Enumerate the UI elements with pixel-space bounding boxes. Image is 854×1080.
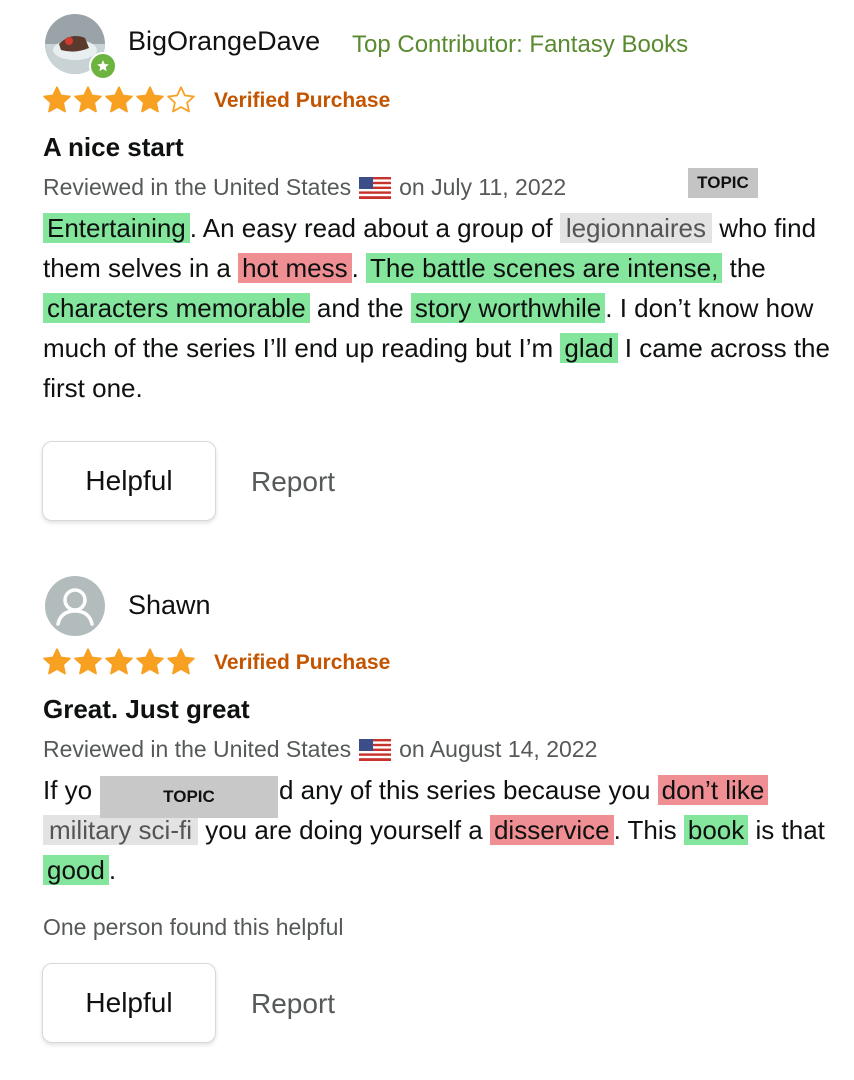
review-location: Reviewed in the United States: [43, 174, 352, 200]
reviewer-avatar[interactable]: [45, 14, 117, 80]
review-date: on July 11, 2022: [399, 174, 567, 200]
topic-tag-overlay: TOPIC: [100, 776, 278, 818]
star-empty-icon: [167, 86, 195, 113]
body-text: . This: [613, 815, 684, 845]
star-filled-icon: [74, 86, 102, 113]
us-flag-icon: [359, 738, 392, 761]
contributor-label[interactable]: Top Contributor: Fantasy Books: [352, 31, 688, 59]
review-body: Entertaining. An easy read about a group…: [43, 208, 833, 408]
body-text: . An easy read about a group of: [189, 213, 560, 243]
topic-tag: TOPIC: [688, 168, 758, 198]
star-filled-icon: [136, 86, 164, 113]
positive-highlight: story worthwhile: [410, 293, 606, 323]
body-text: you are doing yourself a: [198, 815, 490, 845]
star-rating: [42, 647, 196, 677]
star-filled-icon: [167, 648, 195, 675]
helpful-button[interactable]: Helpful: [42, 441, 216, 521]
positive-highlight: The battle scenes are intense,: [366, 253, 723, 283]
body-text: d any of this series because you: [279, 775, 658, 805]
reviewer-avatar[interactable]: [45, 576, 105, 636]
reviewer-name[interactable]: Shawn: [128, 590, 211, 621]
star-filled-icon: [136, 648, 164, 675]
negative-highlight: don’t like: [657, 775, 769, 805]
star-filled-icon: [43, 648, 71, 675]
star-filled-icon: [74, 648, 102, 675]
helpful-button[interactable]: Helpful: [42, 963, 216, 1043]
review-meta: Reviewed in the United States on July 11…: [43, 174, 566, 201]
review-location: Reviewed in the United States: [43, 736, 352, 762]
report-link[interactable]: Report: [251, 466, 335, 498]
review-date: on August 14, 2022: [399, 736, 598, 762]
found-helpful-text: One person found this helpful: [43, 914, 344, 940]
review-meta: Reviewed in the United States on August …: [43, 736, 597, 763]
review-title[interactable]: Great. Just great: [43, 694, 250, 725]
star-rating: [42, 85, 196, 115]
contributor-badge-icon: [89, 52, 117, 80]
topic-highlight: military sci-fi: [43, 815, 198, 845]
body-text: is that: [748, 815, 825, 845]
positive-highlight: good: [43, 855, 109, 885]
star-filled-icon: [105, 86, 133, 113]
positive-highlight: book: [683, 815, 749, 845]
negative-highlight: hot mess: [238, 253, 352, 283]
review-title[interactable]: A nice start: [43, 132, 184, 163]
positive-highlight: Entertaining: [43, 213, 190, 243]
body-text: .: [108, 855, 117, 885]
verified-purchase-label: Verified Purchase: [214, 89, 391, 112]
topic-highlight: legionnaires: [559, 213, 713, 243]
us-flag-icon: [359, 176, 392, 199]
positive-highlight: glad: [560, 333, 618, 363]
body-text: and the: [309, 293, 411, 323]
star-filled-icon: [43, 86, 71, 113]
positive-highlight: characters memorable: [43, 293, 310, 323]
body-text: .: [351, 253, 367, 283]
body-text: the: [722, 253, 766, 283]
reviewer-name[interactable]: BigOrangeDave: [128, 26, 320, 57]
verified-purchase-label: Verified Purchase: [214, 651, 391, 674]
star-filled-icon: [105, 648, 133, 675]
report-link[interactable]: Report: [251, 988, 335, 1020]
default-avatar-icon: [45, 576, 105, 636]
negative-highlight: disservice: [489, 815, 614, 845]
